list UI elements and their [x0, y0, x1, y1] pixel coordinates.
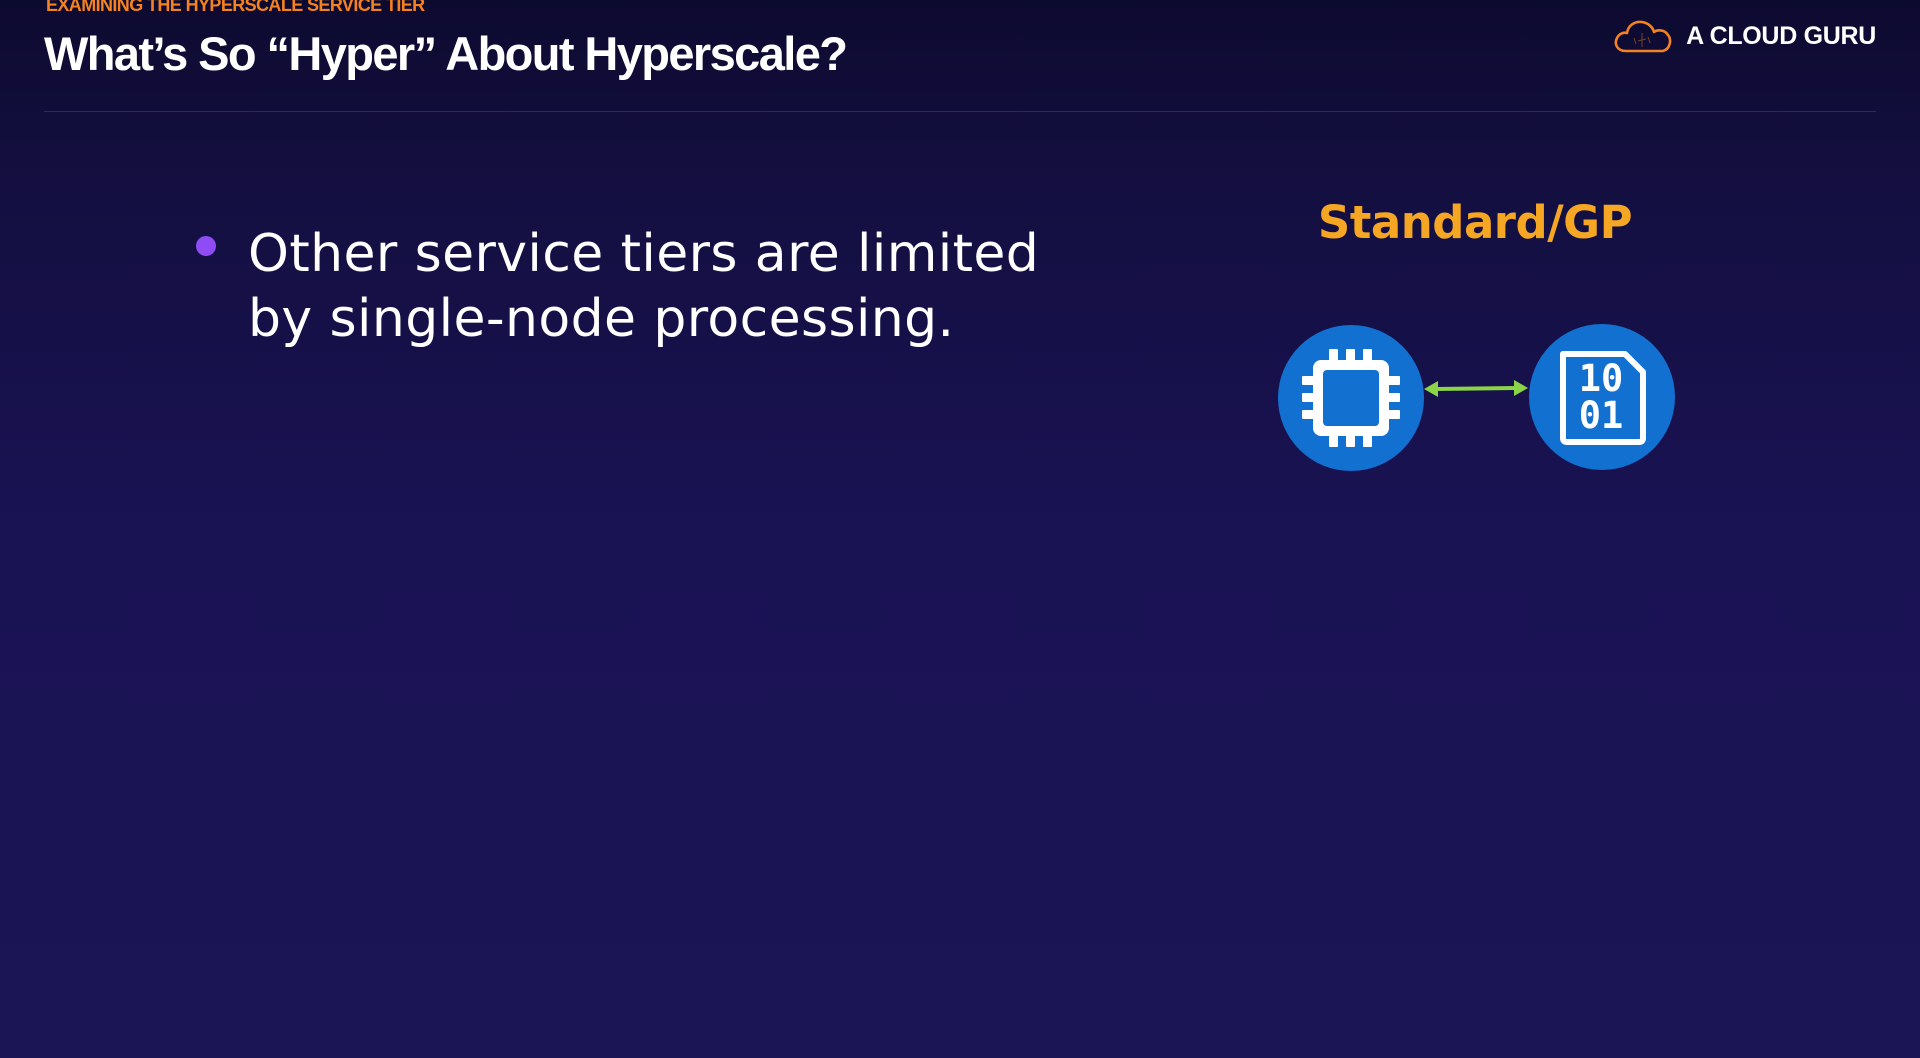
brand-logo: A CLOUD GURU: [1612, 17, 1876, 55]
bullet-item: Other service tiers are limited by singl…: [196, 222, 1048, 352]
binary-data-file-icon: 10 01: [1560, 351, 1646, 445]
binary-digits-bottom: 01: [1579, 394, 1624, 437]
architecture-diagram: Standard/GP 10 01: [1270, 190, 1690, 480]
slide-title: What’s So “Hyper” About Hyperscale?: [44, 27, 848, 80]
bullet-list: Other service tiers are limited by singl…: [196, 222, 1048, 352]
bullet-text: Other service tiers are limited by singl…: [248, 224, 1040, 349]
cloud-icon: [1612, 17, 1676, 55]
slide: EXAMINING THE HYPERSCALE SERVICE TIER Wh…: [0, 0, 1920, 1058]
processor-chip-icon: [1302, 349, 1400, 447]
diagram-title: Standard/GP: [1317, 196, 1633, 249]
storage-node: 10 01: [1529, 324, 1675, 470]
brand-name: A CLOUD GURU: [1686, 21, 1876, 50]
bullet-dot: [196, 236, 216, 256]
compute-node: [1278, 325, 1424, 471]
section-label: EXAMINING THE HYPERSCALE SERVICE TIER: [46, 0, 425, 15]
bidirectional-arrow-icon: [1424, 380, 1528, 397]
header-divider: [44, 111, 1876, 112]
